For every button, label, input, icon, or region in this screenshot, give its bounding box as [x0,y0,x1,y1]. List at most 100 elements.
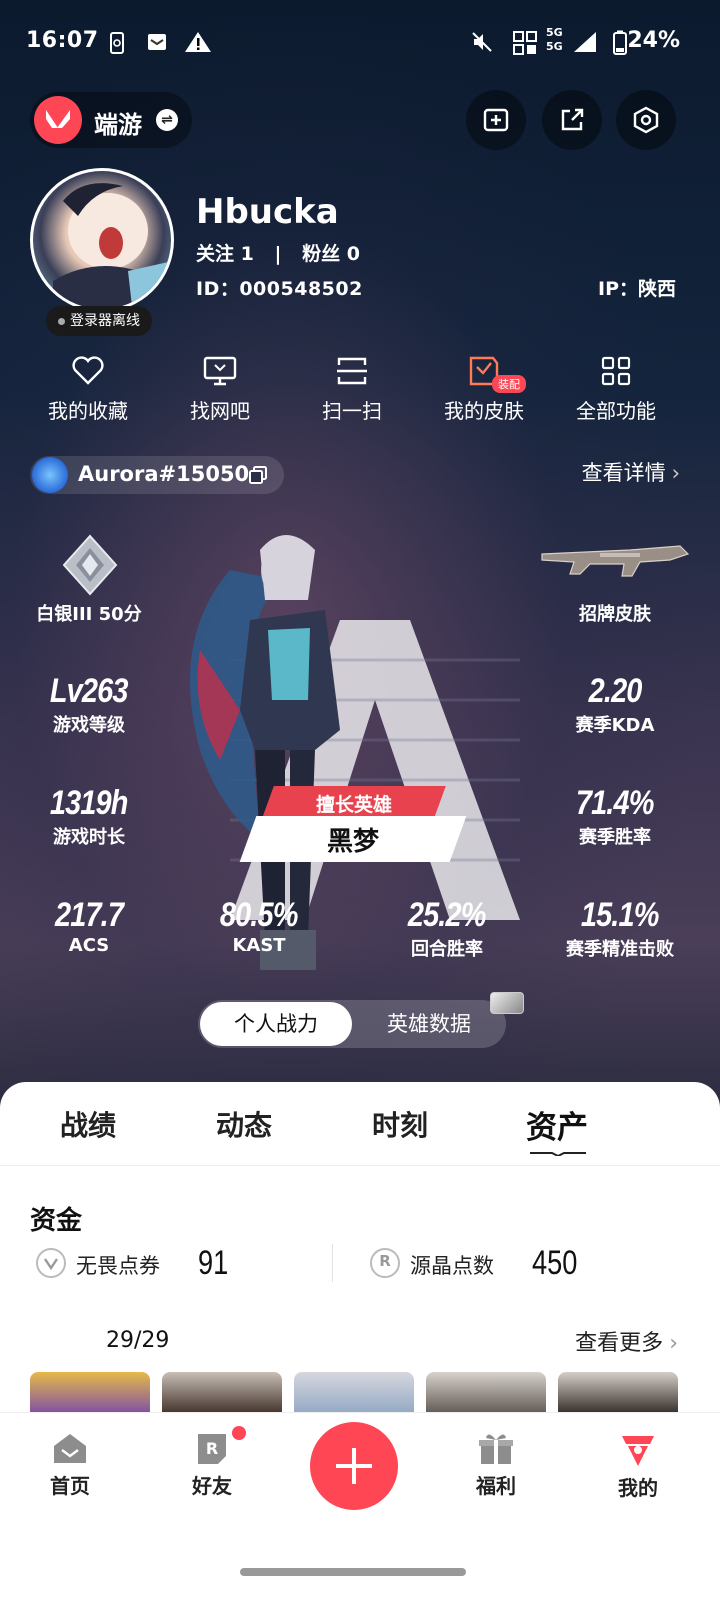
network-type: 5G 5G [546,26,563,53]
agent-card[interactable] [30,1372,150,1416]
riot-id-pill[interactable]: Aurora#15050 [30,456,284,494]
gesture-home-bar[interactable] [240,1568,466,1576]
stat-value: 1319h [50,784,129,822]
create-post-button[interactable] [310,1422,398,1510]
app-switcher[interactable]: 端游 ⇌ [30,92,192,148]
stat-round-winrate: 25.2% 回合胜率 [372,896,522,961]
nav-home[interactable]: 首页 [20,1430,120,1499]
stat-precise-kills: 15.1% 赛季精准击败 [540,896,700,961]
stat-kast: 80.5% KAST [184,896,334,956]
fans-count[interactable]: 0 [347,243,360,265]
stat-acs: 217.7 ACS [14,896,164,956]
nav-profile[interactable]: 我的 [588,1430,688,1501]
view-details-link[interactable]: 查看详情 › [582,457,680,487]
quick-action-skins[interactable]: 装配 我的皮肤 [418,355,550,424]
nav-friends[interactable]: R 好友 [162,1430,262,1499]
weapon-skin-icon [541,545,690,577]
svg-text:R: R [206,1439,218,1458]
settings-icon [633,106,659,134]
stat-kda: 2.20 赛季KDA [540,672,690,737]
view-more-link[interactable]: 查看更多 › [575,1325,678,1357]
quick-action-netcafe[interactable]: 找网吧 [154,355,286,424]
quick-action-scan[interactable]: 扫一扫 [286,355,418,424]
stat-label: 游戏时长 [53,827,125,848]
copy-icon[interactable] [248,465,268,485]
stat-value: 15.1% [581,896,660,934]
quick-action-label: 全部功能 [576,399,656,423]
battery-icon [613,30,627,55]
plus-icon [336,1448,372,1484]
stat-label: 赛季精准击败 [566,939,674,960]
signal-icon [574,32,596,52]
toggle-agent-data[interactable]: 英雄数据 [354,1002,504,1046]
friends-notification-dot [232,1426,246,1440]
tab-feed[interactable]: 动态 [216,1104,272,1144]
stats-mode-toggle[interactable]: 个人战力 英雄数据 [198,1000,506,1048]
nav-label: 我的 [618,1476,658,1500]
battery-percent: 24% [627,28,680,53]
best-agent-tag: 擅长英雄 [315,794,392,816]
phone-sync-icon [110,32,124,54]
avatar[interactable] [30,168,174,312]
agents-section-title: 英雄 [30,1330,83,1360]
quick-action-label: 我的收藏 [48,399,128,423]
rank-label: 白银III 50分 [36,604,142,625]
valorant-logo-icon [34,96,82,144]
avatar-image [53,183,171,309]
username: Hbucka [196,192,339,232]
app-name: 端游 [94,111,142,139]
currency-label: 源晶点数 [410,1254,494,1278]
nav-label: 首页 [50,1474,90,1498]
quick-action-all[interactable]: 全部功能 [550,355,682,424]
agent-card[interactable] [558,1372,678,1416]
follow-label[interactable]: 关注 [196,243,234,265]
add-card-button[interactable] [466,90,526,150]
currency-label: 无畏点券 [76,1254,160,1278]
stat-label: 回合胜率 [411,939,483,960]
stat-label: 游戏等级 [53,715,125,736]
toggle-personal-power[interactable]: 个人战力 [200,1002,352,1046]
quick-action-label: 找网吧 [190,399,250,423]
stat-value: 71.4% [576,784,655,822]
rank-silver-icon [62,534,118,596]
stat-value: 2.20 [588,672,643,710]
swap-icon: ⇌ [156,109,178,131]
profile-icon [622,1436,654,1466]
best-agent-name: 黑梦 [326,827,379,857]
stat-label: ACS [68,935,110,956]
stat-playtime: 1319h 游戏时长 [14,784,164,849]
monitor-icon [203,356,237,386]
grid-icon [601,356,631,386]
notification-icon [148,34,166,50]
friends-icon: R [198,1434,226,1464]
radianite-points-icon: R [370,1248,400,1278]
tab-records[interactable]: 战绩 [60,1104,116,1144]
tab-divider [0,1165,720,1166]
agent-card[interactable] [162,1372,282,1416]
warning-icon [185,32,211,52]
stat-level: Lv263 游戏等级 [14,672,164,737]
tab-moments[interactable]: 时刻 [372,1104,428,1144]
agents-count: 29/29 [106,1328,170,1353]
fans-label[interactable]: 粉丝 [302,243,340,265]
nav-label: 福利 [476,1474,516,1498]
quick-action-label: 扫一扫 [322,399,382,423]
agent-card[interactable] [426,1372,546,1416]
stat-label: 赛季KDA [575,715,655,736]
quick-action-favorites[interactable]: 我的收藏 [22,355,154,424]
mute-icon [472,32,492,52]
nav-label: 好友 [192,1474,232,1498]
status-time: 16:07 [26,28,99,53]
tab-assets[interactable]: 资产 [526,1102,588,1147]
currency-value: 450 [532,1244,578,1282]
nav-rewards[interactable]: 福利 [446,1430,546,1499]
home-icon [54,1434,86,1463]
gift-icon [479,1434,513,1464]
nfc-icon [513,31,537,55]
stat-value: 25.2% [408,896,487,934]
share-button[interactable] [542,90,602,150]
follow-count[interactable]: 1 [241,243,254,265]
settings-button[interactable] [616,90,676,150]
heart-icon [72,356,104,385]
agent-card[interactable] [294,1372,414,1416]
